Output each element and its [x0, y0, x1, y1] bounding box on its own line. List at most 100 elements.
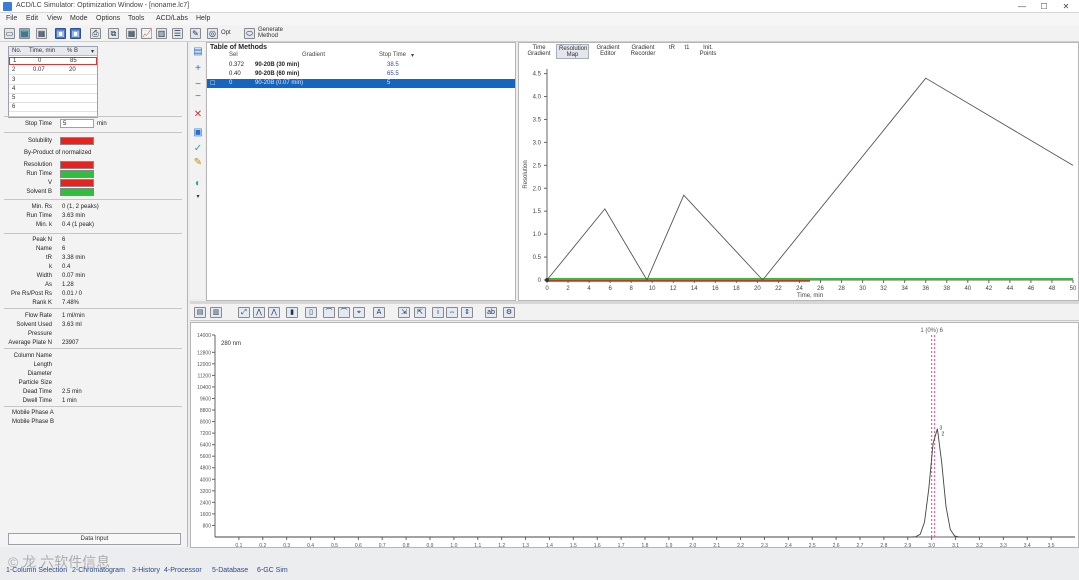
- col-header-time: Time, min: [29, 48, 56, 54]
- y-tick-label: 2400: [200, 500, 211, 506]
- peak-icon[interactable]: ⋀: [253, 307, 265, 318]
- cursor-icon[interactable]: ⌖: [353, 307, 365, 318]
- run-time-label: Run Time: [26, 213, 52, 219]
- row-b[interactable]: 85: [70, 58, 77, 64]
- row-time[interactable]: 0.07: [33, 67, 45, 73]
- row-time[interactable]: 0: [38, 58, 41, 64]
- save-icon[interactable]: ▣: [55, 28, 66, 39]
- add-icon[interactable]: +: [193, 64, 203, 74]
- info-icon[interactable]: i: [432, 307, 444, 318]
- x-tick-label: 12: [670, 286, 677, 292]
- save-as-icon[interactable]: ▣: [70, 28, 81, 39]
- settings-icon[interactable]: ⚙: [503, 307, 515, 318]
- zoom-in-icon[interactable]: ⤢: [238, 307, 250, 318]
- annotate-icon[interactable]: A: [373, 307, 385, 318]
- menu-edit[interactable]: Edit: [26, 15, 38, 22]
- x-tick-label: 50: [1070, 286, 1077, 292]
- plate-n-label: Average Plate N: [8, 340, 52, 346]
- menu-help[interactable]: Help: [196, 15, 210, 22]
- tool-icon[interactable]: ✎: [193, 158, 203, 168]
- minimize-button[interactable]: —: [1011, 1, 1033, 12]
- table-row[interactable]: 4: [9, 86, 97, 94]
- table-row[interactable]: 6: [9, 104, 97, 112]
- measure-icon[interactable]: ⇔: [446, 307, 458, 318]
- measure-alt-icon[interactable]: ⇕: [461, 307, 473, 318]
- bars-icon[interactable]: ▮: [286, 307, 298, 318]
- pre-post-rs-value: 0.01 / 0: [62, 291, 83, 297]
- list-icon[interactable]: ☰: [172, 28, 183, 39]
- chevron-down-icon[interactable]: ▾: [411, 52, 414, 59]
- remove-icon[interactable]: −: [193, 80, 203, 90]
- close-button[interactable]: ✕: [1055, 1, 1077, 12]
- minus-icon[interactable]: −: [193, 92, 203, 102]
- stop-time-input[interactable]: 5: [60, 119, 94, 128]
- table-icon[interactable]: ▦: [126, 28, 137, 39]
- menu-mode[interactable]: Mode: [70, 15, 88, 22]
- export-icon[interactable]: ◐: [193, 179, 203, 189]
- grid-icon[interactable]: ▥: [156, 28, 167, 39]
- bars-alt-icon[interactable]: ▯: [305, 307, 317, 318]
- method-stop: 38.5: [387, 62, 399, 68]
- table-row[interactable]: 1 0 85: [9, 57, 97, 65]
- tab-column-selection[interactable]: 1-Column Selection: [6, 567, 67, 574]
- fit-icon[interactable]: ⇲: [398, 307, 410, 318]
- tab-history[interactable]: 3-History: [132, 567, 160, 574]
- generate-method-icon[interactable]: ⬭: [244, 28, 255, 39]
- chromatogram-chart[interactable]: 800 1600 2400 3200 4000 4800 5600 6400 7200 8000 8…: [191, 323, 1079, 549]
- chevron-down-icon[interactable]: ▾: [91, 48, 94, 55]
- table-row[interactable]: ☐ 0 90-20B (0.07 min) 5: [207, 79, 515, 88]
- menu-tools[interactable]: Tools: [128, 15, 144, 22]
- checkbox-icon[interactable]: ☐: [210, 80, 215, 87]
- list-icon[interactable]: ▤: [193, 47, 203, 57]
- apply-icon[interactable]: ✓: [193, 144, 203, 154]
- data-input-button[interactable]: Data Input: [8, 533, 181, 545]
- label-icon[interactable]: ab: [485, 307, 497, 318]
- menu-file[interactable]: File: [6, 15, 17, 22]
- method-stop: 65.5: [387, 71, 399, 77]
- chart-icon[interactable]: 📈: [141, 28, 152, 39]
- table-row[interactable]: 0.372 90-20B (30 min) 38.5: [207, 61, 515, 70]
- tab-processor[interactable]: 4-Processor: [164, 567, 202, 574]
- copy-icon[interactable]: ⧉: [108, 28, 119, 39]
- maximize-button[interactable]: ☐: [1033, 1, 1055, 12]
- peaks-icon[interactable]: ⋀: [268, 307, 280, 318]
- table-row[interactable]: 0.40 90-20B (60 min) 65.5: [207, 70, 515, 79]
- delete-icon[interactable]: ✕: [193, 110, 203, 120]
- min-rs-value: 0 (1, 2 peaks): [62, 204, 99, 210]
- menu-acdlabs[interactable]: ACD/Labs: [156, 15, 188, 22]
- fit-alt-icon[interactable]: ⇱: [414, 307, 426, 318]
- generate-method-label[interactable]: Generate Method: [258, 27, 283, 39]
- wizard-icon[interactable]: ✎: [190, 28, 201, 39]
- solvent-used-value: 3.63 ml: [62, 322, 82, 328]
- print-icon[interactable]: ⎙: [90, 28, 101, 39]
- chrom-view-icon[interactable]: ▤: [194, 307, 206, 318]
- chrom-overlay-icon[interactable]: ▥: [210, 307, 222, 318]
- chevron-down-icon[interactable]: ▾: [193, 192, 203, 202]
- tab-gc-sim[interactable]: 6-GC Sim: [257, 567, 288, 574]
- chart-alt-icon[interactable]: ⌒: [338, 307, 350, 318]
- x-tick-label: 0: [545, 286, 549, 292]
- menu-options[interactable]: Options: [96, 15, 120, 22]
- min-rs-label: Min. Rs: [31, 204, 52, 210]
- table-row[interactable]: 3: [9, 77, 97, 85]
- runtime-bar: [60, 170, 94, 178]
- opt-label[interactable]: Opt: [221, 30, 231, 36]
- tab-database[interactable]: 5-Database: [212, 567, 248, 574]
- optimize-icon[interactable]: ◎: [207, 28, 218, 39]
- x-tick-label: 44: [1007, 286, 1014, 292]
- x-tick-label: 32: [880, 286, 887, 292]
- gradient-runs-table[interactable]: No. Time, min % B ▾ 1 0 85 2 0.07 20 3 4…: [8, 46, 98, 118]
- save-method-icon[interactable]: ▣: [193, 128, 203, 138]
- menu-view[interactable]: View: [47, 15, 62, 22]
- new-icon[interactable]: ▭: [4, 28, 15, 39]
- table-row[interactable]: 2 0.07 20: [9, 67, 97, 75]
- table-row[interactable]: 5: [9, 95, 97, 103]
- chart-icon[interactable]: ⌒: [323, 307, 335, 318]
- row-b[interactable]: 20: [69, 67, 76, 73]
- db-icon[interactable]: ▦: [36, 28, 47, 39]
- open-icon[interactable]: ▤: [19, 28, 30, 39]
- tab-chromatogram[interactable]: 2-Chromatogram: [72, 567, 125, 574]
- resolution-map-chart[interactable]: 00.51.01.52.02.53.03.54.04.50 2 4 6 8 10 12 14 1…: [519, 43, 1079, 302]
- x-tick-label: 42: [985, 286, 992, 292]
- row-no: 3: [12, 77, 16, 83]
